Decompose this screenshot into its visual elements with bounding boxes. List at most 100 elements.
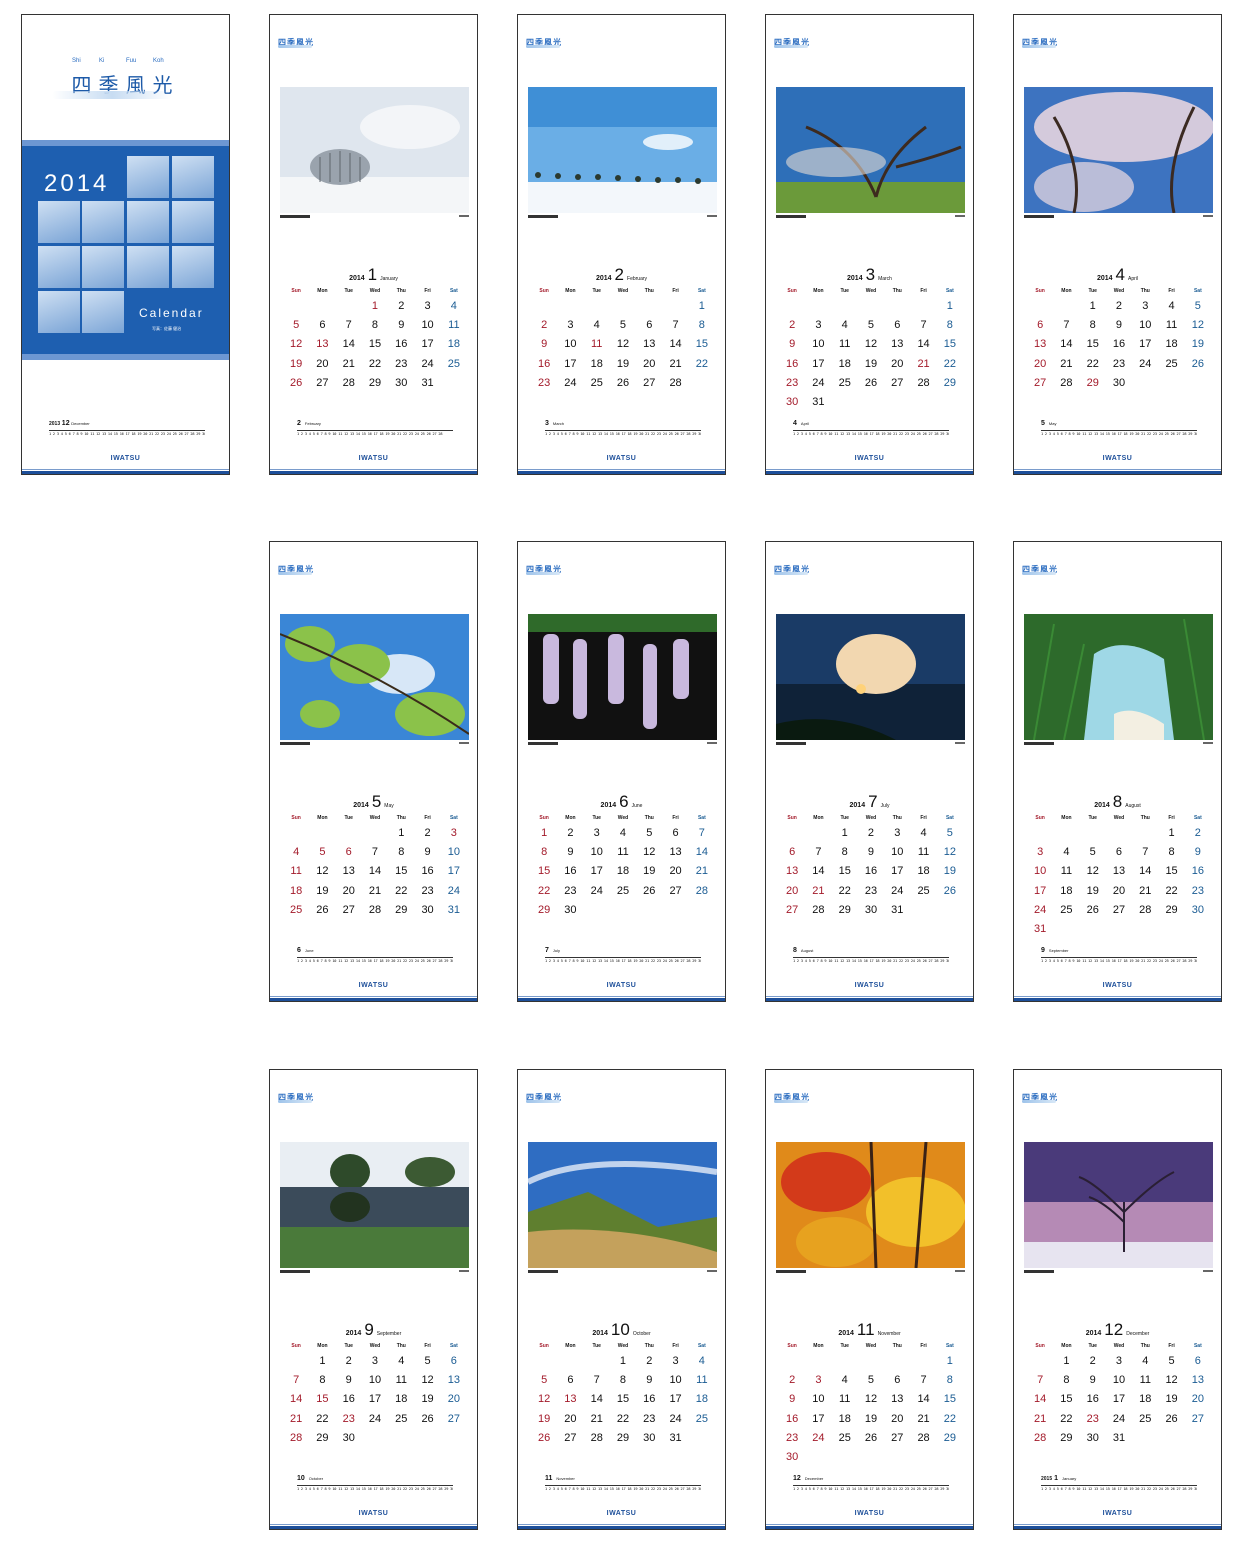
weekday-label: Thu (892, 288, 902, 294)
empty-cell (1053, 300, 1079, 319)
day-cell: 13 (669, 846, 682, 859)
day-cell: 15 (368, 338, 382, 351)
day-cell: 19 (1165, 1393, 1178, 1406)
empty-cell (884, 300, 910, 319)
next-month-number: 12 (793, 1475, 801, 1482)
day-cell: 9 (1089, 1374, 1096, 1387)
day-cell: 28 (695, 884, 708, 897)
day-cell: 22 (616, 1412, 630, 1425)
day-cell: 27 (447, 1412, 460, 1425)
weekday-label: Wed (617, 288, 629, 294)
day-cell: 13 (1191, 1374, 1204, 1387)
calendar-grid: Sun Mon Tue Wed Thu Fri Sat 1 2 3 4 5 6 7 8 9 10 11 12 13 14… (283, 815, 467, 923)
day-cell: 15 (838, 865, 851, 878)
iwatsu-logo: IWATSU (606, 455, 637, 462)
empty-cell (610, 300, 636, 319)
month-year: 2014 (595, 275, 612, 282)
day-cell: 25 (290, 903, 303, 916)
weekday-label: Tue (840, 815, 849, 821)
cover-photo-tile (82, 291, 124, 333)
day-cell: 3 (815, 1374, 822, 1387)
next-month-label: 12 December (793, 1475, 949, 1486)
day-cell: 8 (619, 1374, 627, 1387)
day-cell: 31 (447, 903, 460, 916)
next-month-label: 2 February (297, 420, 453, 431)
calendar-grid: Sun Mon Tue Wed Thu Fri Sat 1 2 3 4 5 6 7 8 9 10 11 12 13 14… (531, 815, 715, 923)
day-cell: 7 (672, 319, 679, 332)
iwatsu-logo: IWATSU (854, 982, 885, 989)
day-cell: 8 (1089, 319, 1096, 332)
month-page-7: 四季風光 2014 7 July Sun Mon Tue Wed Thu Fri Sat 1 2 3 4 5 6… (765, 541, 974, 1002)
month-english: August (1125, 803, 1141, 809)
day-cell: 2 (541, 319, 548, 332)
day-cell: 13 (891, 338, 904, 351)
brand-wave-decoration (774, 45, 808, 48)
next-month-english: February (304, 421, 321, 426)
day-cell: 17 (1112, 1393, 1126, 1406)
day-cell: 30 (1112, 376, 1126, 389)
month-number: 2 (614, 265, 625, 284)
next-month-label: 11 November (545, 1475, 701, 1486)
day-cell: 17 (669, 1393, 682, 1406)
weekday-label: Tue (592, 288, 601, 294)
photo-caption (528, 742, 717, 746)
day-cell: 12 (616, 338, 630, 351)
day-cell: 16 (1112, 338, 1126, 351)
day-cell: 2 (646, 1355, 653, 1367)
photo-caption (280, 742, 469, 746)
day-cell: 24 (1112, 1412, 1126, 1425)
weekday-label: Sat (449, 815, 458, 821)
day-cell: 29 (1086, 376, 1099, 389)
day-cell: 4 (1142, 1355, 1149, 1367)
weekday-label: Sat (697, 288, 706, 294)
empty-cell (858, 300, 884, 319)
day-cell: 15 (616, 1393, 630, 1406)
calendar-grid: Sun Mon Tue Wed Thu Fri Sat 1 2 3 4 5 6 7 8 9 10 11 12 13 14… (1027, 1343, 1211, 1451)
day-cell: 15 (1086, 338, 1099, 351)
weekday-label: Tue (1088, 1343, 1097, 1349)
next-month-label: 7 July (545, 947, 701, 958)
day-cell: 23 (786, 1431, 799, 1444)
day-cell: 6 (1037, 319, 1044, 332)
day-cell: 11 (590, 338, 603, 351)
day-cell: 7 (1037, 1374, 1044, 1387)
empty-cell (832, 300, 858, 319)
day-cell: 2 (789, 319, 796, 332)
weekday-label: Sat (449, 1343, 458, 1349)
day-cell: 7 (920, 1374, 927, 1387)
day-cell: 20 (891, 357, 904, 370)
day-cell: 19 (1191, 338, 1204, 351)
weekday-label: Thu (644, 815, 654, 821)
weekday-label: Thu (644, 288, 654, 294)
day-cell: 25 (395, 1412, 408, 1425)
day-cell: 3 (371, 1355, 379, 1367)
day-cell: 15 (316, 1393, 329, 1406)
month-header: 2014 4 April (1014, 265, 1221, 285)
weekday-label: Thu (1140, 1343, 1150, 1349)
day-cell: 31 (812, 395, 825, 408)
day-cell: 21 (290, 1412, 303, 1425)
day-cell: 12 (943, 846, 956, 859)
weekday-label: Tue (592, 1343, 601, 1349)
iwatsu-logo: IWATSU (1102, 1510, 1133, 1517)
day-cell: 11 (290, 865, 302, 878)
next-month-number: 1 (1054, 1475, 1059, 1482)
next-month-days: 1 2 3 4 5 6 7 8 9 10 11 12 13 14 15 16 1… (545, 959, 701, 963)
month-photo (776, 614, 965, 740)
month-number: 6 (619, 792, 629, 811)
day-cell: 10 (368, 1374, 382, 1387)
month-photo (528, 87, 717, 213)
next-month-english: September (1048, 948, 1069, 953)
day-cell: 24 (812, 376, 825, 389)
month-page-5: 四季風光 2014 5 May Sun Mon Tue Wed Thu Fri Sat 1 2 3 4 5 6 7… (269, 541, 478, 1002)
month-header: 2014 11 November (766, 1320, 973, 1340)
calendar-grid: Sun Mon Tue Wed Thu Fri Sat 1 2 3 4 5 6 7 8 9 10 11 12 13 14… (779, 288, 963, 415)
day-cell: 13 (1112, 865, 1126, 878)
month-header: 2014 3 March (766, 265, 973, 285)
day-cell: 14 (590, 1393, 603, 1406)
romaji-koh: Koh (153, 58, 164, 64)
day-cell: 11 (395, 1374, 407, 1387)
day-cell: 25 (1139, 1412, 1152, 1425)
romaji-ki: Ki (99, 58, 105, 64)
month-page-11: 四季風光 2014 11 November Sun Mon Tue Wed Thu Fri Sat 1… (765, 1069, 974, 1530)
